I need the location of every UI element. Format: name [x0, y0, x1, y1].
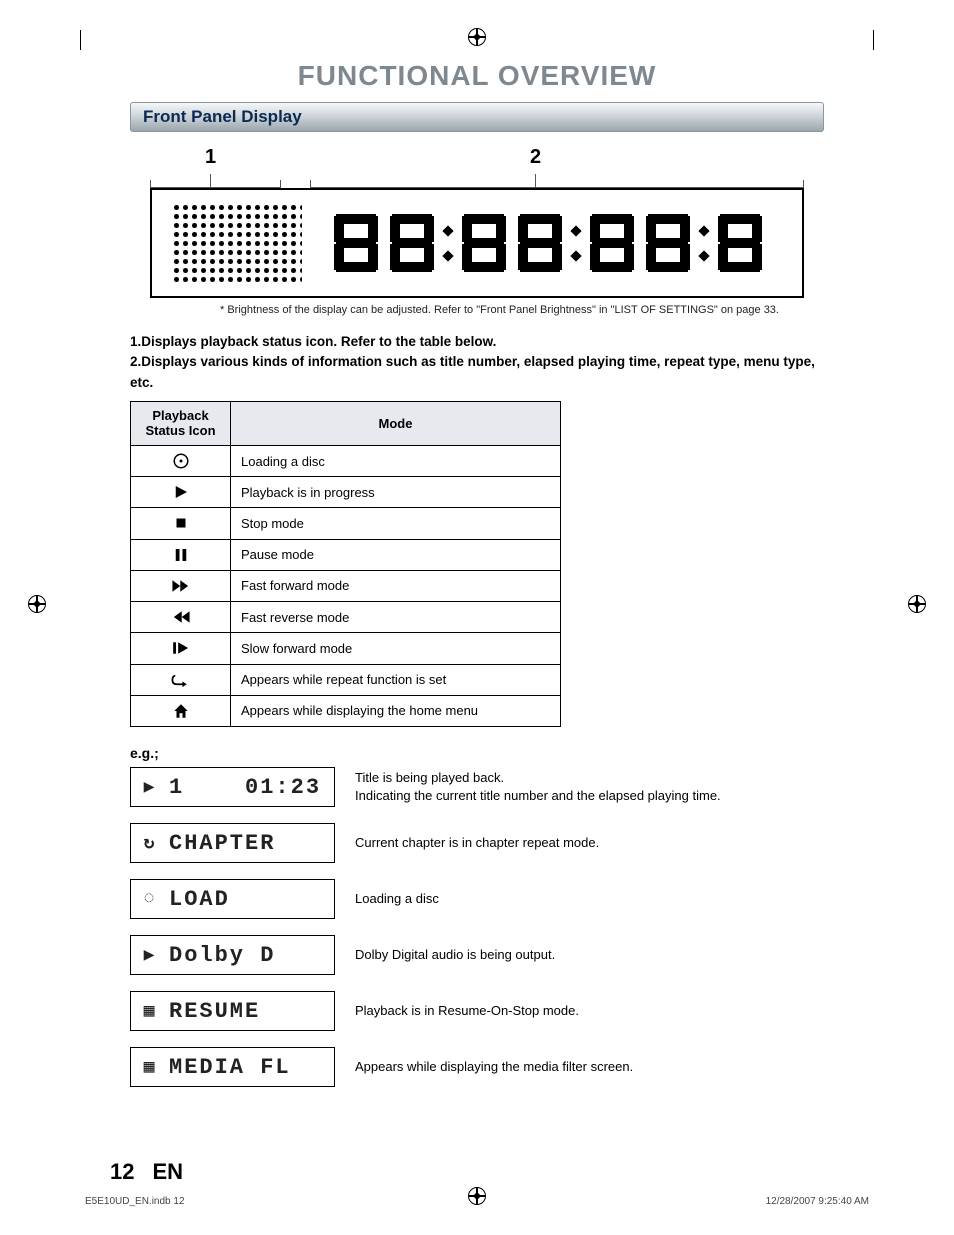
example-row: ▦ MEDIA FL Appears while displaying the …	[130, 1047, 824, 1087]
section-heading: Front Panel Display	[130, 102, 824, 132]
mode-text: Stop mode	[231, 508, 561, 539]
repeat-icon	[131, 664, 231, 695]
example-desc: Loading a disc	[355, 890, 824, 908]
table-row: Fast forward mode	[131, 570, 561, 601]
stop-icon	[131, 508, 231, 539]
example-desc: Current chapter is in chapter repeat mod…	[355, 834, 824, 852]
lcd-text: CHAPTER	[169, 831, 275, 856]
mode-text: Fast forward mode	[231, 570, 561, 601]
loading-dot-icon: ◌	[139, 889, 161, 909]
display-panel	[150, 188, 804, 298]
mode-text: Pause mode	[231, 539, 561, 570]
slow-forward-icon	[131, 633, 231, 664]
table-row: Pause mode	[131, 539, 561, 570]
example-desc: Title is being played back. Indicating t…	[355, 769, 824, 805]
play-dot-icon: ▶	[139, 776, 161, 798]
callout-2: 2	[530, 146, 541, 169]
registration-mark-left	[28, 595, 46, 613]
lcd-example: ▶ Dolby D	[130, 935, 335, 975]
example-heading: e.g.;	[130, 745, 824, 761]
lcd-text: MEDIA FL	[169, 1055, 291, 1080]
table-row: Playback is in progress	[131, 477, 561, 508]
example-desc: Playback is in Resume-On-Stop mode.	[355, 1002, 824, 1020]
crop-mark	[80, 30, 81, 50]
lcd-example: ▦ MEDIA FL	[130, 1047, 335, 1087]
example-row: ◌ LOAD Loading a disc	[130, 879, 824, 919]
seven-segment-group	[332, 212, 782, 274]
page-lang: EN	[152, 1159, 183, 1185]
lcd-example: ◌ LOAD	[130, 879, 335, 919]
lcd-text: 1 01:23	[169, 775, 321, 800]
table-header-icon: Playback Status Icon	[131, 401, 231, 445]
play-dot-icon: ▶	[139, 944, 161, 966]
lcd-text: RESUME	[169, 999, 260, 1024]
mode-text: Fast reverse mode	[231, 602, 561, 633]
loading-icon	[131, 445, 231, 476]
lcd-example: ▦ RESUME	[130, 991, 335, 1031]
lcd-text: Dolby D	[169, 943, 275, 968]
playback-mode-table: Playback Status Icon Mode Loading a disc…	[130, 401, 561, 727]
table-row: Appears while repeat function is set	[131, 664, 561, 695]
table-row: Loading a disc	[131, 445, 561, 476]
example-desc: Appears while displaying the media filte…	[355, 1058, 824, 1076]
crop-mark	[873, 30, 874, 50]
print-date: 12/28/2007 9:25:40 AM	[766, 1196, 869, 1207]
mode-text: Slow forward mode	[231, 633, 561, 664]
page-title: FUNCTIONAL OVERVIEW	[60, 60, 894, 92]
table-row: Appears while displaying the home menu	[131, 695, 561, 726]
examples-list: ▶ 1 01:23 Title is being played back. In…	[130, 767, 824, 1087]
desc-item-1: 1.Displays playback status icon. Refer t…	[130, 332, 824, 352]
front-panel-diagram: 1 2	[150, 146, 804, 298]
rewind-icon	[131, 602, 231, 633]
stop-dot-icon: ▦	[139, 1056, 161, 1078]
stop-dot-icon: ▦	[139, 1000, 161, 1022]
description-list: 1.Displays playback status icon. Refer t…	[130, 332, 824, 393]
example-row: ▶ Dolby D Dolby Digital audio is being o…	[130, 935, 824, 975]
print-file: E5E10UD_EN.indb 12	[85, 1196, 185, 1207]
registration-mark-right	[908, 595, 926, 613]
lcd-example: ↻ CHAPTER	[130, 823, 335, 863]
table-row: Fast reverse mode	[131, 602, 561, 633]
example-row: ▶ 1 01:23 Title is being played back. In…	[130, 767, 824, 807]
page-number: 12	[110, 1159, 134, 1185]
desc-item-2: 2.Displays various kinds of information …	[130, 352, 824, 393]
example-desc: Dolby Digital audio is being output.	[355, 946, 824, 964]
table-row: Slow forward mode	[131, 633, 561, 664]
callout-1: 1	[205, 146, 216, 169]
mode-text: Loading a disc	[231, 445, 561, 476]
registration-mark-top	[468, 28, 486, 46]
fast-forward-icon	[131, 570, 231, 601]
example-row: ↻ CHAPTER Current chapter is in chapter …	[130, 823, 824, 863]
pause-icon	[131, 539, 231, 570]
print-footer: E5E10UD_EN.indb 12 12/28/2007 9:25:40 AM	[85, 1196, 869, 1207]
lcd-example: ▶ 1 01:23	[130, 767, 335, 807]
home-icon	[131, 695, 231, 726]
repeat-dot-icon: ↻	[139, 832, 161, 854]
example-row: ▦ RESUME Playback is in Resume-On-Stop m…	[130, 991, 824, 1031]
table-row: Stop mode	[131, 508, 561, 539]
mode-text: Playback is in progress	[231, 477, 561, 508]
mode-text: Appears while repeat function is set	[231, 664, 561, 695]
page-footer: 12 EN	[110, 1159, 183, 1185]
brightness-note: * Brightness of the display can be adjus…	[220, 304, 894, 316]
table-header-mode: Mode	[231, 401, 561, 445]
mode-text: Appears while displaying the home menu	[231, 695, 561, 726]
dot-matrix-icon	[172, 203, 302, 283]
lcd-text: LOAD	[169, 887, 230, 912]
play-icon	[131, 477, 231, 508]
